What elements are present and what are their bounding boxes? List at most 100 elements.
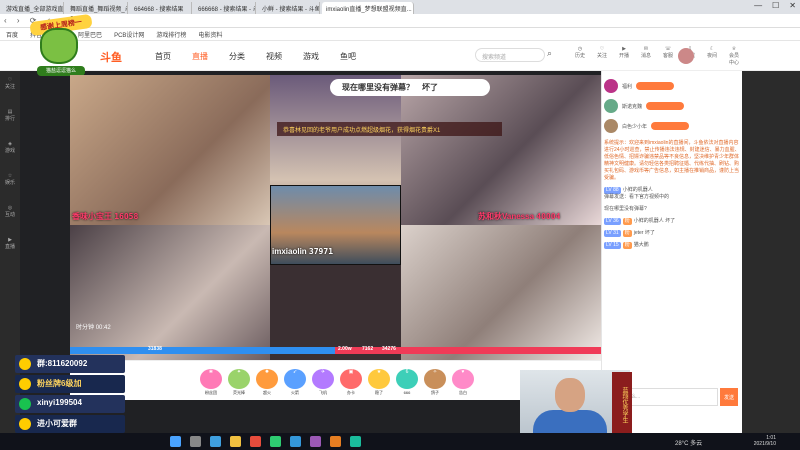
bookmark[interactable]: 游戏排行榜 <box>156 30 186 39</box>
app-icon[interactable] <box>330 436 341 447</box>
gift-item[interactable]: ✧ 鸽子 <box>424 369 446 395</box>
chat-line: LV 15 粉猫大鹏 <box>604 242 649 249</box>
gift-item[interactable]: ✈ 飞机 <box>312 369 334 395</box>
nav-fishbar[interactable]: 鱼吧 <box>340 51 356 62</box>
maximize-icon[interactable]: ☐ <box>772 1 779 10</box>
nav-video[interactable]: 视频 <box>266 51 282 62</box>
overlay-row: 进小可爱群 <box>15 415 125 433</box>
header-icons: ◷历史 ♡关注 ▶开播 ✉消息 ☏客服 ⇩下载 ☾夜间 ♕会员中心 <box>573 46 741 66</box>
stream-overlay-info: 群:811620092 粉丝牌6级加 xinyi199504 进小可爱群 <box>15 355 125 433</box>
browser-tab[interactable]: 舞蹈直播_舞蹈视频_斗鱼直播 <box>66 2 128 14</box>
send-button[interactable]: 发送 <box>720 388 738 406</box>
gift-item[interactable]: ♥ 告白 <box>452 369 474 395</box>
nav-home[interactable]: 首页 <box>155 51 171 62</box>
pk-progress-bar: 31838 2.00w 7162 34276 <box>70 346 601 360</box>
site-header: 斗鱼 首页 直播 分类 视频 游戏 鱼吧 搜索频道 ⌕ ◷ 历史 ♡ 关注 ▶ 开播 … <box>0 41 800 71</box>
browser-tab[interactable]: 666668 - 搜索结果 - 斗鱼直播 <box>194 2 256 14</box>
browser-tab-active[interactable]: imxiaolin直播_梦想联盟视频直... <box>322 2 414 14</box>
fan-badge-icon <box>19 378 31 390</box>
address-bar: ‹ › ⟳ ⌂ 99710 <box>0 14 800 28</box>
edge-icon[interactable] <box>210 436 221 447</box>
user-avatar[interactable] <box>678 48 694 64</box>
sidebar-item-follow[interactable]: ♡ 关注 <box>0 71 20 103</box>
gift-message: 恭喜林见回的老爷用户成功点燃超级烟花，获得烟花贵爵X1 <box>277 122 502 136</box>
rank-row[interactable]: 福利 <box>604 76 740 96</box>
rank-badge <box>651 122 690 130</box>
night-icon[interactable]: ☾ 夜间 <box>705 46 719 66</box>
gift-item[interactable]: ✦ 荧光棒 <box>228 369 250 395</box>
folder-icon[interactable] <box>230 436 241 447</box>
video-cell <box>70 225 270 360</box>
history-icon[interactable]: ◷ 历史 <box>573 46 587 66</box>
search-icon[interactable]: ⌕ <box>547 48 561 62</box>
overlay-row: 粉丝牌6级加 <box>15 375 125 393</box>
video-cell <box>401 225 601 360</box>
pk-timer: 时分钟 00:42 <box>76 325 111 331</box>
webcam-face <box>555 378 585 412</box>
follow-icon[interactable]: ♡ 关注 <box>595 46 609 66</box>
banner-scroll: 蓝翔优秀学生 <box>612 372 632 438</box>
sidebar-item-live[interactable]: ▶ 直播 <box>0 231 20 263</box>
close-icon[interactable]: ✕ <box>789 1 796 10</box>
message-icon[interactable]: ✉ 消息 <box>639 46 653 66</box>
apple-mascot-icon <box>40 28 78 64</box>
windows-start-icon[interactable] <box>170 436 181 447</box>
nav-category[interactable]: 分类 <box>229 51 245 62</box>
service-icon[interactable]: ☏ 客服 <box>661 46 675 66</box>
pk-bar-left <box>70 347 335 354</box>
bookmark[interactable]: 阿里巴巴 <box>78 30 102 39</box>
gift-item[interactable]: ★ 稳了 <box>368 369 390 395</box>
gift-item[interactable]: ✹ 超火 <box>256 369 278 395</box>
bookmarks-bar: 百度 抖音 优酷 阿里巴巴 PCB设计网 游戏排行榜 电影资料 <box>0 28 800 41</box>
avatar <box>604 99 618 113</box>
gift-item[interactable]: ➶ 火箭 <box>284 369 306 395</box>
overlay-row: xinyi199504 <box>15 395 125 413</box>
rank-row[interactable]: 白色少小年 <box>604 116 740 136</box>
rank-row[interactable]: 斯诺克魏 <box>604 96 740 116</box>
wechat-icon <box>19 398 31 410</box>
streamer-name: 苏和秋Vanessa 40004 <box>478 212 561 221</box>
broadcast-icon[interactable]: ▶ 开播 <box>617 46 631 66</box>
right-strip <box>742 71 800 433</box>
chat-line: LV 88 小鲜的机器人 弹幕发送：看下官方视频中的 <box>604 187 670 200</box>
rank-badge <box>636 82 675 90</box>
pk-mid-left: 2.00w <box>338 346 352 352</box>
weather-widget[interactable]: 28°C 多云 <box>675 438 702 447</box>
gift-item[interactable]: 6 666 <box>396 369 418 395</box>
video-player[interactable]: 现在哪里没有弹幕？ 坏了 恭喜林见回的老爷用户成功点燃超级烟花，获得烟花贵爵X1… <box>70 75 601 360</box>
gift-item[interactable]: ▣ 办卡 <box>340 369 362 395</box>
bookmark[interactable]: 电影资料 <box>198 30 222 39</box>
browser-tab[interactable]: 小鲜 - 搜索结果 - 斗鱼直播 <box>258 2 320 14</box>
browser-tab-bar: 游戏直播_全部游戏直播_斗鱼直 舞蹈直播_舞蹈视频_斗鱼直播 664668 - … <box>0 0 800 14</box>
sidebar-item-game[interactable]: ◈ 游戏 <box>0 135 20 167</box>
site-logo[interactable]: 斗鱼 <box>100 49 122 65</box>
browser-tab[interactable]: 664668 - 搜索结果 <box>130 2 192 14</box>
system-clock[interactable]: 1:01 2021/9/10 <box>754 435 776 447</box>
main-nav: 首页 直播 分类 视频 游戏 鱼吧 <box>155 51 356 62</box>
search-icon[interactable] <box>190 436 201 447</box>
video-cell <box>401 75 601 225</box>
pk-left-score: 31838 <box>148 346 162 352</box>
question-bubble: 现在哪里没有弹幕？ 坏了 <box>330 79 490 96</box>
sidebar-item-rank[interactable]: ▤ 排行 <box>0 103 20 135</box>
nav-live[interactable]: 直播 <box>192 51 208 62</box>
chrome-icon[interactable] <box>250 436 261 447</box>
browser-tab[interactable]: 游戏直播_全部游戏直播_斗鱼直 <box>2 2 64 14</box>
vip-icon[interactable]: ♕ 会员中心 <box>727 46 741 66</box>
bookmark[interactable]: PCB设计网 <box>114 30 144 39</box>
os-taskbar: 28°C 多云 1:01 2021/9/10 <box>0 433 800 450</box>
bookmark[interactable]: 百度 <box>6 30 18 39</box>
minimize-icon[interactable]: — <box>754 1 762 10</box>
gift-item[interactable]: ❀ 粉丝团 <box>200 369 222 395</box>
sidebar-item-ent[interactable]: ☆ 娱乐 <box>0 167 20 199</box>
window-controls: — ☐ ✕ <box>754 1 796 10</box>
app-icon[interactable] <box>290 436 301 447</box>
nav-game[interactable]: 游戏 <box>303 51 319 62</box>
search-input[interactable]: 搜索频道 <box>475 48 545 62</box>
streamer-name: 香味小宝王 16058 <box>72 212 139 221</box>
app-icon[interactable] <box>310 436 321 447</box>
app-icon[interactable] <box>270 436 281 447</box>
sidebar-item-interact[interactable]: ◎ 互动 <box>0 199 20 231</box>
chat-messages: 系统提示：欢迎来到imxiaolin的直播间，斗鱼依法对直播内容进行24小时巡查… <box>604 140 740 370</box>
wechat-icon[interactable] <box>350 436 361 447</box>
